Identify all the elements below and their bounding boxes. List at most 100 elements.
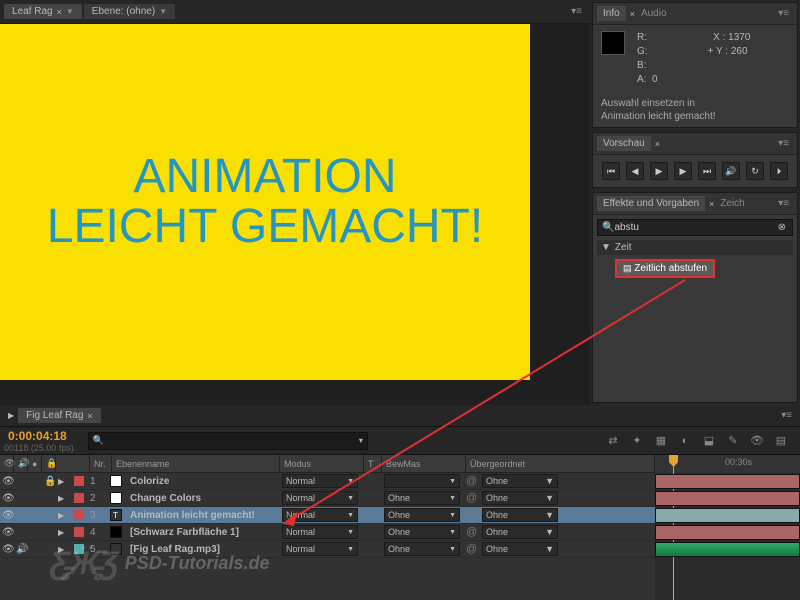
layer-row[interactable]: 👁🔊▶5[Fig Leaf Rag.mp3]Normal▼Ohne▼@Ohne▼ [0,541,655,558]
close-icon[interactable]: × [87,411,92,421]
trackmatte-dropdown[interactable]: Ohne▼ [384,491,460,505]
tab-character[interactable]: Zeich [714,196,750,211]
visibility-toggle[interactable]: 👁 [0,507,14,523]
visibility-toggle[interactable]: 👁 [0,473,14,489]
layer-name[interactable]: [Fig Leaf Rag.mp3] [128,541,278,557]
shy-icon[interactable]: 👁 [748,432,766,450]
blend-mode-dropdown[interactable]: Normal▼ [282,491,358,505]
lock-toggle[interactable]: 🔒 [42,473,56,489]
lock-toggle[interactable] [42,541,56,557]
close-icon[interactable]: × [655,139,660,149]
graph-editor-icon[interactable]: ✎ [724,432,742,450]
layer-bar[interactable] [655,474,800,489]
viewer-tab-layer[interactable]: Ebene: (ohne) ▼ [84,4,175,19]
layer-bar[interactable] [655,508,800,523]
solo-toggle[interactable] [28,490,42,506]
first-frame-button[interactable]: ⏮ [602,162,620,180]
panel-menu-icon[interactable]: ▾≡ [774,196,793,211]
tab-preview[interactable]: Vorschau [597,136,651,151]
pickwhip-icon[interactable]: @ [464,524,480,540]
label-color[interactable] [70,507,88,523]
track-area[interactable]: 00:30s [655,455,800,600]
label-color[interactable] [70,541,88,557]
search-input[interactable] [614,222,775,233]
time-ruler[interactable]: 00:30s [655,455,800,473]
layer-name[interactable]: Animation leicht gemacht! [128,507,278,523]
layer-name[interactable]: [Schwarz Farbfläche 1] [128,524,278,540]
viewer-tab-comp[interactable]: Leaf Rag × ▼ [4,4,82,19]
visibility-toggle[interactable]: 👁 [0,541,14,557]
audio-toggle[interactable] [14,524,28,540]
trackmatte-dropdown[interactable]: Ohne▼ [384,508,460,522]
visibility-toggle[interactable]: 👁 [0,524,14,540]
collapse-icon[interactable]: ▶ [4,411,18,420]
lock-toggle[interactable] [42,507,56,523]
chevron-down-icon[interactable]: ▼ [66,7,74,16]
audio-toggle[interactable] [14,473,28,489]
play-button[interactable]: ▶ [650,162,668,180]
close-icon[interactable]: × [57,7,62,17]
clear-icon[interactable]: ⊗ [776,222,788,233]
expand-icon[interactable]: ▶ [56,524,70,540]
layer-bar[interactable] [655,491,800,506]
last-frame-button[interactable]: ⏭ [698,162,716,180]
layer-row[interactable]: 👁▶2Change ColorsNormal▼Ohne▼@Ohne▼ [0,490,655,507]
parent-dropdown[interactable]: Ohne▼ [482,491,558,505]
composition-viewer[interactable]: ANIMATION LEICHT GEMACHT! [0,24,590,405]
timeline-tab[interactable]: Fig Leaf Rag × [18,408,101,423]
expand-icon[interactable]: ▶ [56,541,70,557]
trackmatte-dropdown[interactable]: Ohne▼ [384,525,460,539]
effect-preset-highlighted[interactable]: ▤ Zeitlich abstufen [615,259,715,278]
parent-dropdown[interactable]: Ohne▼ [482,525,558,539]
parent-dropdown[interactable]: Ohne▼ [482,542,558,556]
expand-icon[interactable]: ▶ [56,507,70,523]
trackmatte-dropdown[interactable]: Ohne▼ [384,542,460,556]
layer-row[interactable]: 👁▶4[Schwarz Farbfläche 1]Normal▼Ohne▼@Oh… [0,524,655,541]
mute-button[interactable]: 🔊 [722,162,740,180]
label-color[interactable] [70,473,88,489]
solo-toggle[interactable] [28,507,42,523]
trackmatte-dropdown[interactable]: ▼ [384,474,460,488]
panel-menu-icon[interactable]: ▾≡ [774,6,793,21]
comp-flowchart-icon[interactable]: ⇄ [604,432,622,450]
audio-toggle[interactable]: 🔊 [14,541,28,557]
ram-preview-button[interactable]: ⏵ [770,162,788,180]
label-color[interactable] [70,490,88,506]
chevron-down-icon[interactable]: ▾ [359,436,363,445]
effect-category[interactable]: ▼ Zeit [597,240,793,255]
panel-menu-icon[interactable]: ▾≡ [567,4,586,19]
current-timecode[interactable]: 0:00:04:18 [4,429,74,443]
layer-bar[interactable] [655,525,800,540]
chevron-down-icon[interactable]: ▼ [159,7,167,16]
parent-dropdown[interactable]: Ohne▼ [482,474,558,488]
tab-info[interactable]: Info [597,6,626,21]
blend-mode-dropdown[interactable]: Normal▼ [282,542,358,556]
audio-waveform-bar[interactable] [655,542,800,557]
effects-search[interactable]: 🔍 ⊗ [597,219,793,236]
pickwhip-icon[interactable]: @ [464,541,480,557]
solo-toggle[interactable] [28,541,42,557]
visibility-toggle[interactable]: 👁 [0,490,14,506]
layer-name[interactable]: Change Colors [128,490,278,506]
brainstorm-icon[interactable]: ⬓ [700,432,718,450]
parent-dropdown[interactable]: Ohne▼ [482,508,558,522]
solo-toggle[interactable] [28,473,42,489]
blend-mode-dropdown[interactable]: Normal▼ [282,508,358,522]
panel-menu-icon[interactable]: ▾≡ [774,136,793,151]
solo-toggle[interactable] [28,524,42,540]
layer-row[interactable]: 👁▶3TAnimation leicht gemacht!Normal▼Ohne… [0,507,655,524]
layer-row[interactable]: 👁🔒▶1ColorizeNormal▼▼@Ohne▼ [0,473,655,490]
label-color[interactable] [70,524,88,540]
pickwhip-icon[interactable]: @ [464,473,480,489]
layer-switches-icon[interactable]: ▤ [772,432,790,450]
expand-icon[interactable]: ▶ [56,473,70,489]
prev-frame-button[interactable]: ◀ [626,162,644,180]
draft3d-icon[interactable]: ✦ [628,432,646,450]
next-frame-button[interactable]: ▶ [674,162,692,180]
tab-audio[interactable]: Audio [635,6,673,21]
layer-search[interactable]: 🔍 ▾ [88,432,368,450]
lock-toggle[interactable] [42,490,56,506]
tab-effects[interactable]: Effekte und Vorgaben [597,196,705,211]
blend-mode-dropdown[interactable]: Normal▼ [282,474,358,488]
layer-name[interactable]: Colorize [128,473,278,489]
